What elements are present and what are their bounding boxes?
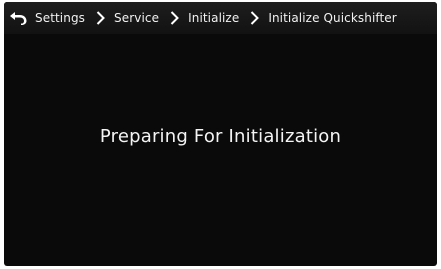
chevron-right-icon bbox=[93, 11, 107, 25]
breadcrumb-item-service[interactable]: Service bbox=[114, 11, 159, 25]
chevron-right-icon bbox=[247, 11, 261, 25]
chevron-right-icon bbox=[167, 11, 181, 25]
breadcrumb-item-initialize[interactable]: Initialize bbox=[188, 11, 239, 25]
breadcrumb-item-initialize-quickshifter: Initialize Quickshifter bbox=[268, 11, 397, 25]
top-bar: Settings Service Initialize Initialize Q… bbox=[4, 2, 437, 34]
back-arrow-icon bbox=[10, 12, 27, 25]
back-button[interactable] bbox=[7, 7, 29, 29]
breadcrumb-item-settings[interactable]: Settings bbox=[35, 11, 85, 25]
device-screen: Settings Service Initialize Initialize Q… bbox=[4, 2, 437, 266]
status-message: Preparing For Initialization bbox=[99, 126, 342, 147]
breadcrumb: Settings Service Initialize Initialize Q… bbox=[29, 11, 397, 25]
